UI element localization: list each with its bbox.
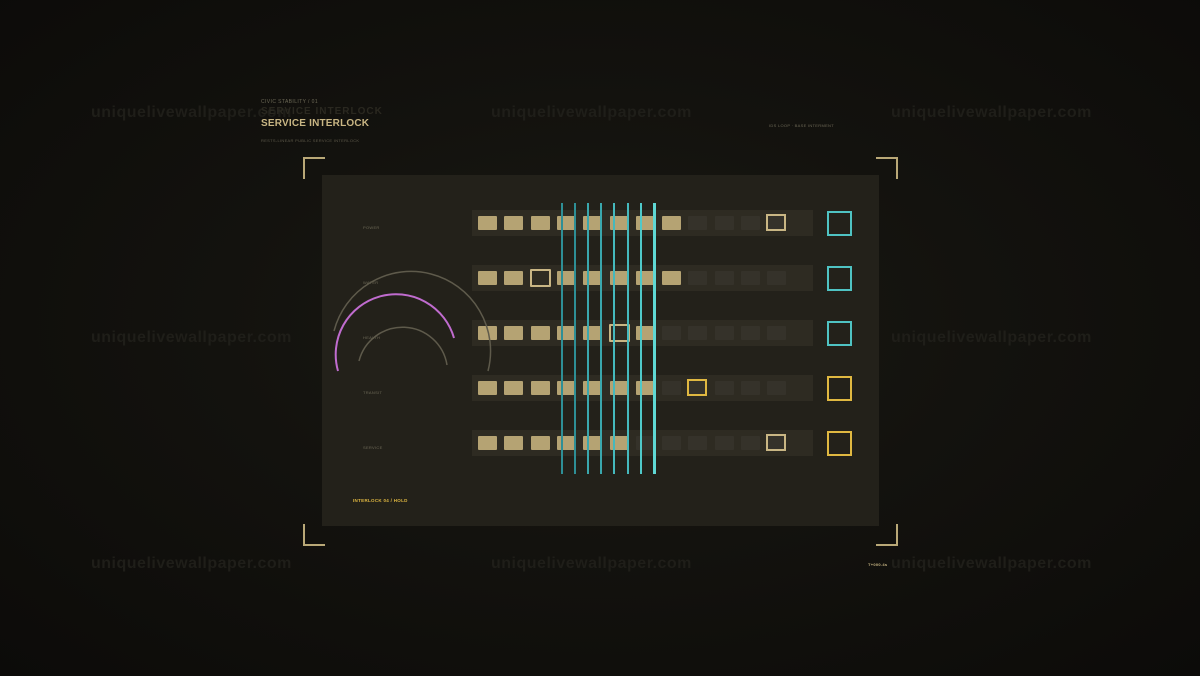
row-segment[interactable]: [530, 326, 550, 340]
row-segment[interactable]: [556, 436, 576, 450]
square-outline-icon[interactable]: [827, 321, 852, 346]
square-outline-icon[interactable]: [827, 266, 852, 291]
header-ghost-title: SERVICE INTERLOCK: [261, 106, 383, 117]
row-segment[interactable]: [478, 381, 497, 395]
row-segment[interactable]: [741, 326, 760, 340]
row-cursor[interactable]: [766, 214, 787, 231]
watermark: uniquelivewallpaper.com: [891, 329, 1092, 346]
row-label: WATER: [363, 280, 379, 285]
scan-line: [652, 203, 656, 474]
row-segment[interactable]: [714, 216, 734, 230]
row-segment[interactable]: [741, 216, 760, 230]
timestamp: T+000.4s: [868, 562, 888, 567]
row-segment[interactable]: [530, 436, 550, 450]
row-segment[interactable]: [688, 326, 708, 340]
scan-line: [587, 203, 590, 474]
row-segment[interactable]: [688, 271, 708, 285]
square-outline-icon[interactable]: [827, 431, 852, 456]
row-segment[interactable]: [504, 326, 524, 340]
row-segment[interactable]: [478, 216, 497, 230]
row-segment[interactable]: [530, 381, 550, 395]
watermark: uniquelivewallpaper.com: [91, 555, 292, 572]
row-segment[interactable]: [662, 381, 682, 395]
row-segment[interactable]: [478, 326, 497, 340]
row-label: SERVICE: [363, 445, 383, 450]
square-outline-icon[interactable]: [827, 211, 852, 236]
row-segment[interactable]: [688, 436, 708, 450]
scan-line: [639, 203, 642, 474]
scan-line: [561, 203, 563, 474]
square-outline-icon[interactable]: [827, 376, 852, 401]
row-segment[interactable]: [714, 436, 734, 450]
watermark: uniquelivewallpaper.com: [891, 555, 1092, 572]
header-kicker: CIVIC STABILITY / 01: [261, 99, 318, 105]
row-segment[interactable]: [556, 381, 576, 395]
row-segment[interactable]: [767, 381, 787, 395]
row-segment[interactable]: [741, 436, 760, 450]
row-segment[interactable]: [741, 381, 760, 395]
row-segment[interactable]: [662, 436, 682, 450]
row-label: HEALTH: [363, 335, 381, 340]
row-segment[interactable]: [714, 381, 734, 395]
row-segment[interactable]: [741, 271, 760, 285]
frame-corner-bottom-left: [303, 524, 325, 546]
row-segment[interactable]: [529, 269, 551, 287]
row-segment[interactable]: [478, 436, 497, 450]
row-segment[interactable]: [504, 216, 524, 230]
row-label: TRANSIT: [363, 390, 383, 395]
page-title: SERVICE INTERLOCK: [261, 118, 370, 129]
row-segment[interactable]: [478, 271, 497, 285]
row-segment[interactable]: [556, 271, 576, 285]
row-segment[interactable]: [662, 271, 682, 285]
row-segment[interactable]: [767, 271, 787, 285]
row-segment[interactable]: [767, 326, 787, 340]
row-segment[interactable]: [662, 326, 682, 340]
watermark: uniquelivewallpaper.com: [891, 104, 1092, 121]
row-segment[interactable]: [504, 381, 524, 395]
frame-corner-top-right: [876, 157, 898, 179]
row-segment[interactable]: [714, 326, 734, 340]
frame-corner-bottom-right: [876, 524, 898, 546]
header-subtitle: RESTS-LINEAR PUBLIC SERVICE INTERLOCK: [261, 138, 360, 143]
row-segment[interactable]: [530, 216, 550, 230]
scan-line: [626, 203, 629, 474]
watermark: uniquelivewallpaper.com: [491, 555, 692, 572]
header-right-status: IDS LOOP · BASE INTERMENT: [769, 123, 834, 128]
row-segment[interactable]: [556, 326, 576, 340]
row-segment[interactable]: [662, 216, 682, 230]
scan-line: [574, 203, 577, 474]
row-segment[interactable]: [688, 216, 708, 230]
interlock-status-label: INTERLOCK 04 / HOLD: [353, 498, 408, 503]
row-segment[interactable]: [714, 271, 734, 285]
row-label: POWER: [363, 225, 380, 230]
scan-line: [613, 203, 616, 474]
row-segment[interactable]: [504, 436, 524, 450]
row-segment[interactable]: [504, 271, 524, 285]
scan-line: [600, 203, 603, 474]
watermark: uniquelivewallpaper.com: [91, 329, 292, 346]
watermark: uniquelivewallpaper.com: [491, 104, 692, 121]
row-cursor[interactable]: [687, 379, 708, 396]
row-segment[interactable]: [556, 216, 576, 230]
row-cursor[interactable]: [766, 434, 787, 451]
